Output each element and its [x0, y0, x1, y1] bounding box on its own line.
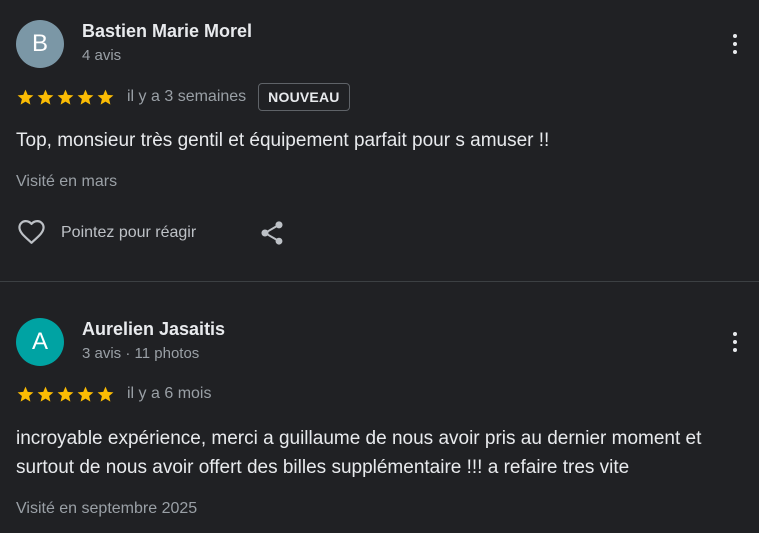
divider [0, 281, 759, 282]
more-vert-icon[interactable] [721, 30, 749, 58]
review-card: A Aurelien Jasaitis 3 avis · 11 photos i… [0, 290, 759, 533]
star-icon [77, 89, 94, 105]
star-icon [97, 89, 114, 105]
more-vert-icon[interactable] [721, 328, 749, 356]
new-badge: NOUVEAU [258, 83, 350, 111]
star-icon [17, 89, 34, 105]
star-icon [57, 386, 74, 402]
star-icon [77, 386, 94, 402]
review-text: incroyable expérience, merci a guillaume… [16, 428, 702, 478]
star-icon [37, 89, 54, 105]
rating-row: il y a 6 mois [16, 381, 211, 407]
heart-icon [18, 220, 45, 244]
star-icon [57, 89, 74, 105]
visit-date: Visité en mars [16, 173, 118, 190]
avatar[interactable]: B [16, 20, 64, 68]
star-icon [97, 386, 114, 402]
visit-date: Visité en septembre 2025 [16, 500, 198, 517]
star-rating [16, 88, 115, 107]
avatar[interactable]: A [16, 318, 64, 366]
review-text: Top, monsieur très gentil et équipement … [16, 130, 550, 151]
reviewer-name[interactable]: Bastien Marie Morel [82, 21, 252, 42]
avatar-letter: B [31, 30, 48, 57]
star-icon [37, 386, 54, 402]
reviewer-meta: 3 avis · 11 photos [82, 345, 200, 362]
rating-row: il y a 3 semaines NOUVEAU [16, 82, 350, 112]
avatar-letter: A [31, 328, 48, 355]
star-rating [16, 385, 115, 404]
star-icon [17, 386, 34, 402]
reviewer-name[interactable]: Aurelien Jasaitis [82, 319, 225, 340]
reviewer-meta: 4 avis [82, 47, 122, 64]
share-icon[interactable] [258, 219, 286, 247]
react-label: Pointez pour réagir [61, 223, 197, 241]
review-date: il y a 6 mois [127, 385, 212, 402]
review-date: il y a 3 semaines [127, 88, 247, 105]
review-card: B Bastien Marie Morel 4 avis il y a 3 se… [0, 0, 759, 281]
react-button[interactable]: Pointez pour réagir [16, 218, 196, 247]
